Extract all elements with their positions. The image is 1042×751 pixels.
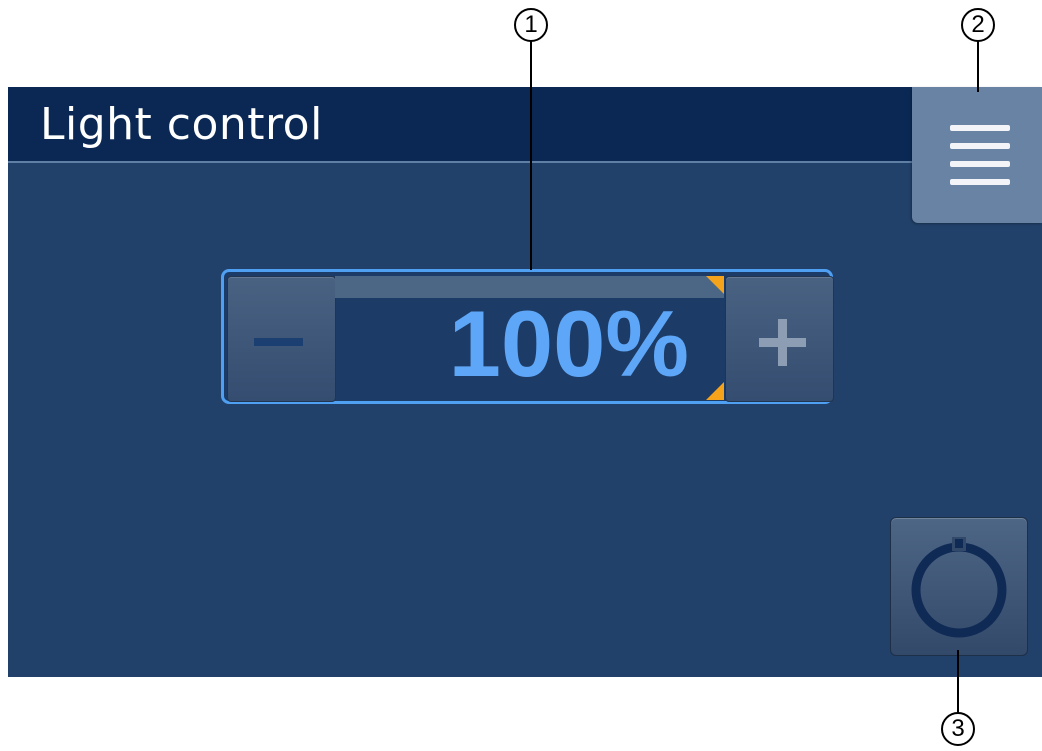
callout-1: 1 <box>514 8 548 42</box>
callout-2: 2 <box>961 8 995 42</box>
power-icon <box>911 537 1007 638</box>
callout-line-3 <box>957 650 959 714</box>
increase-button[interactable] <box>725 276 834 402</box>
brightness-value-field[interactable]: 100% <box>335 276 724 400</box>
callout-3: 3 <box>941 712 975 746</box>
header-bar: Light control <box>8 87 1042 163</box>
decrease-button[interactable] <box>227 276 336 402</box>
minus-icon <box>254 338 303 346</box>
range-marker-bottom <box>706 382 724 400</box>
power-button[interactable] <box>890 517 1028 656</box>
page-title: Light control <box>40 99 323 150</box>
menu-button[interactable] <box>912 87 1042 223</box>
brightness-value: 100% <box>448 291 689 396</box>
callout-line-1 <box>530 40 532 270</box>
callout-line-2 <box>977 40 979 92</box>
brightness-stepper: 100% <box>221 269 834 404</box>
light-control-screen: Light control 100% <box>8 87 1042 677</box>
range-marker-top <box>706 276 724 294</box>
